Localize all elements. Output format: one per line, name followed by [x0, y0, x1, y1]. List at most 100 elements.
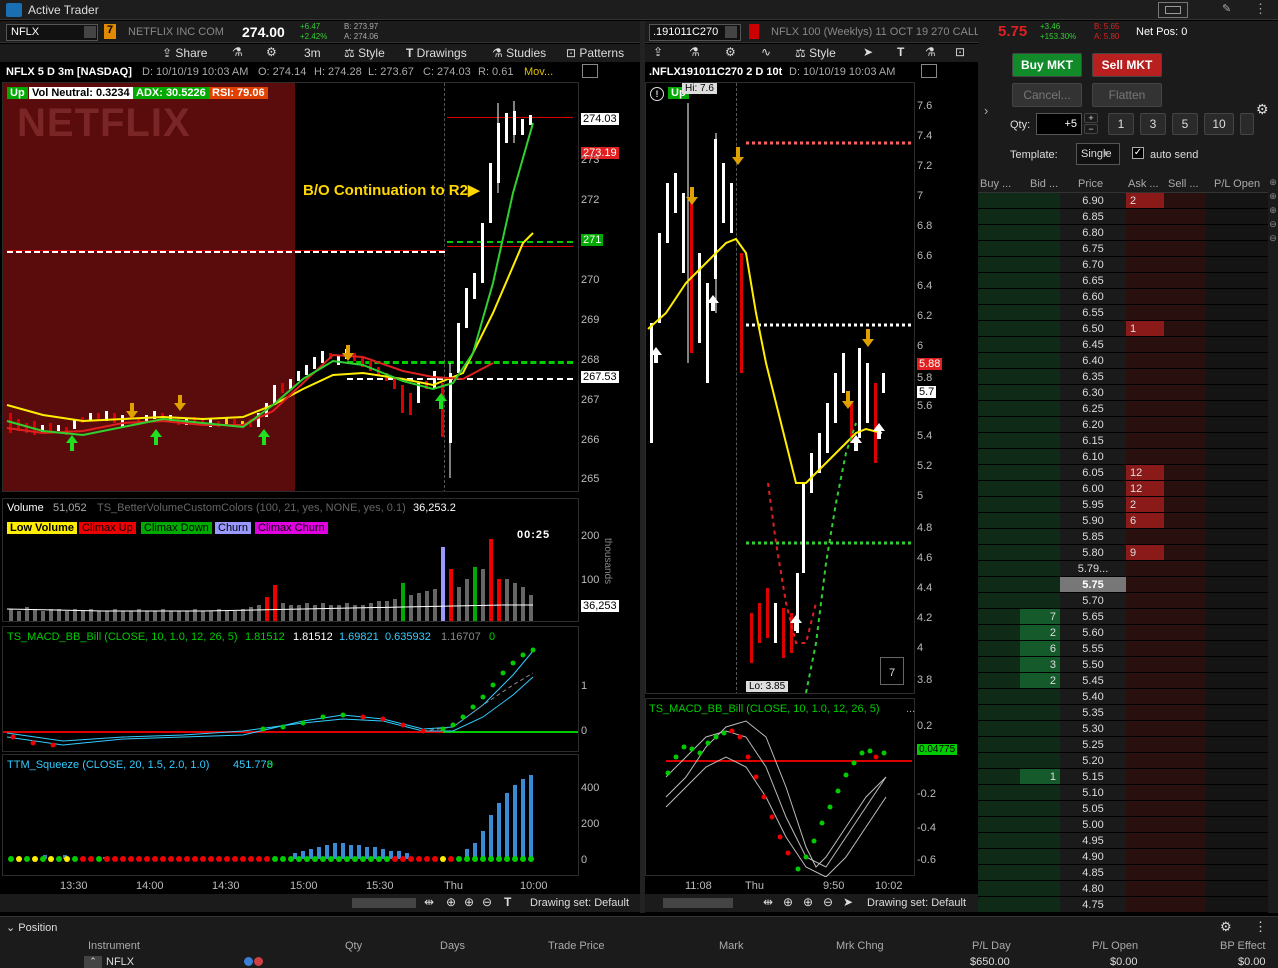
ladder-pl-cell[interactable]: [1206, 689, 1268, 705]
ladder-bid-cell[interactable]: [1020, 497, 1060, 513]
ladder-bid-cell[interactable]: 6: [1020, 641, 1060, 657]
ladder-pl-cell[interactable]: [1206, 561, 1268, 577]
ladder-bid-cell[interactable]: [1020, 225, 1060, 241]
ladder-pl-cell[interactable]: [1206, 225, 1268, 241]
ladder-sell-cell[interactable]: [1164, 497, 1206, 513]
ladder-ask-cell[interactable]: [1126, 785, 1164, 801]
ladder-bid-cell[interactable]: [1020, 561, 1060, 577]
expand-icon[interactable]: [582, 64, 598, 78]
drawings-button[interactable]: T Drawings: [406, 46, 467, 60]
ladder-sell-cell[interactable]: [1164, 321, 1206, 337]
share-button[interactable]: ⇪ Share: [162, 46, 207, 60]
ladder-sell-cell[interactable]: [1164, 225, 1206, 241]
ladder-sell-cell[interactable]: [1164, 865, 1206, 881]
share-icon[interactable]: ⇪: [653, 45, 663, 59]
flatten-button[interactable]: Flatten: [1092, 83, 1162, 107]
ladder-bid-cell[interactable]: [1020, 593, 1060, 609]
ladder-ask-cell[interactable]: [1126, 897, 1164, 913]
ladder-ask-cell[interactable]: [1126, 769, 1164, 785]
ladder-ask-cell[interactable]: [1126, 737, 1164, 753]
ladder-pl-cell[interactable]: [1206, 705, 1268, 721]
ladder-bid-cell[interactable]: [1020, 881, 1060, 897]
ladder-pl-cell[interactable]: [1206, 625, 1268, 641]
ladder-price-cell[interactable]: 6.30: [1060, 385, 1126, 401]
ladder-pl-cell[interactable]: [1206, 273, 1268, 289]
ladder-ask-cell[interactable]: [1126, 401, 1164, 417]
chevron-down-icon[interactable]: [84, 26, 96, 38]
ladder-buy-cell[interactable]: [978, 609, 1020, 625]
cursor-icon[interactable]: ➤: [843, 895, 853, 909]
link-group-badge[interactable]: [749, 24, 759, 39]
ladder-ask-cell[interactable]: [1126, 801, 1164, 817]
buy-market-button[interactable]: Buy MKT: [1012, 53, 1082, 77]
horizontal-scrollbar[interactable]: [352, 898, 416, 908]
ladder-buy-cell[interactable]: [978, 257, 1020, 273]
ladder-ask-cell[interactable]: [1126, 209, 1164, 225]
pin-icon[interactable]: ✎: [1222, 2, 1231, 15]
ladder-pl-cell[interactable]: [1206, 801, 1268, 817]
ladder-ask-cell[interactable]: [1126, 529, 1164, 545]
ladder-buy-cell[interactable]: [978, 625, 1020, 641]
ladder-sell-cell[interactable]: [1164, 673, 1206, 689]
ladder-price-cell[interactable]: 6.10: [1060, 449, 1126, 465]
ladder-pl-cell[interactable]: [1206, 577, 1268, 593]
flask-icon[interactable]: ⚗: [925, 45, 936, 59]
ladder-pl-cell[interactable]: [1206, 289, 1268, 305]
ladder-price-cell[interactable]: 6.80: [1060, 225, 1126, 241]
ladder-buy-cell[interactable]: [978, 193, 1020, 209]
ladder-buy-cell[interactable]: [978, 561, 1020, 577]
ladder-price-cell[interactable]: 6.00: [1060, 481, 1126, 497]
zoom-out-icon[interactable]: ⊖: [823, 895, 833, 909]
window-layout-icon[interactable]: [1158, 2, 1188, 18]
ladder-pl-cell[interactable]: [1206, 305, 1268, 321]
ladder-price-cell[interactable]: 6.40: [1060, 353, 1126, 369]
ladder-ask-cell[interactable]: [1126, 273, 1164, 289]
ladder-ask-cell[interactable]: [1126, 881, 1164, 897]
ladder-ask-cell[interactable]: [1126, 289, 1164, 305]
ladder-buy-cell[interactable]: [978, 433, 1020, 449]
patterns-button[interactable]: ⊡ Patterns: [566, 46, 624, 60]
ladder-price-cell[interactable]: 5.50: [1060, 657, 1126, 673]
ladder-ask-cell[interactable]: [1126, 353, 1164, 369]
ladder-buy-cell[interactable]: [978, 305, 1020, 321]
ladder-ask-cell[interactable]: [1126, 241, 1164, 257]
style-button[interactable]: ⚖ Style: [344, 46, 385, 60]
ladder-bid-cell[interactable]: [1020, 337, 1060, 353]
ladder-sell-cell[interactable]: [1164, 769, 1206, 785]
ladder-buy-cell[interactable]: [978, 369, 1020, 385]
ladder-bid-cell[interactable]: 2: [1020, 625, 1060, 641]
cancel-button[interactable]: Cancel...: [1012, 83, 1082, 107]
ladder-buy-cell[interactable]: [978, 753, 1020, 769]
qty-preset-10[interactable]: 10: [1204, 113, 1234, 135]
ladder-sell-cell[interactable]: [1164, 801, 1206, 817]
ladder-pl-cell[interactable]: [1206, 641, 1268, 657]
zoom-out-icon[interactable]: ⊖: [482, 895, 492, 909]
ladder-bid-cell[interactable]: [1020, 353, 1060, 369]
ladder-sell-cell[interactable]: [1164, 305, 1206, 321]
ladder-price-cell[interactable]: 5.45: [1060, 673, 1126, 689]
ladder-sell-cell[interactable]: [1164, 817, 1206, 833]
ladder-price-cell[interactable]: 5.25: [1060, 737, 1126, 753]
qty-increment-button[interactable]: +: [1084, 113, 1098, 123]
left-price-pane[interactable]: NETFLIX Up Vol Neutral: 0.3234 ADX: 30.5…: [2, 82, 579, 492]
header-pl-open[interactable]: P/L Open: [1214, 178, 1260, 190]
ladder-price-cell[interactable]: 5.75: [1060, 577, 1126, 593]
ladder-buy-cell[interactable]: [978, 481, 1020, 497]
ladder-bid-cell[interactable]: [1020, 785, 1060, 801]
ladder-ask-cell[interactable]: [1126, 369, 1164, 385]
ladder-sell-cell[interactable]: [1164, 433, 1206, 449]
ladder-sell-cell[interactable]: [1164, 593, 1206, 609]
ladder-price-cell[interactable]: 5.55: [1060, 641, 1126, 657]
ladder-pl-cell[interactable]: [1206, 449, 1268, 465]
collapse-chevron-icon[interactable]: ›: [984, 103, 988, 118]
ladder-bid-cell[interactable]: 1: [1020, 769, 1060, 785]
ladder-ask-cell[interactable]: [1126, 225, 1164, 241]
ladder-ask-cell[interactable]: [1126, 305, 1164, 321]
header-price[interactable]: Price: [1078, 178, 1103, 190]
ladder-sell-cell[interactable]: [1164, 257, 1206, 273]
ladder-pl-cell[interactable]: [1206, 817, 1268, 833]
ladder-price-cell[interactable]: 6.25: [1060, 401, 1126, 417]
ladder-ask-cell[interactable]: [1126, 257, 1164, 273]
header-ask[interactable]: Ask ...: [1128, 178, 1159, 190]
col-mark[interactable]: Mark: [719, 940, 743, 952]
